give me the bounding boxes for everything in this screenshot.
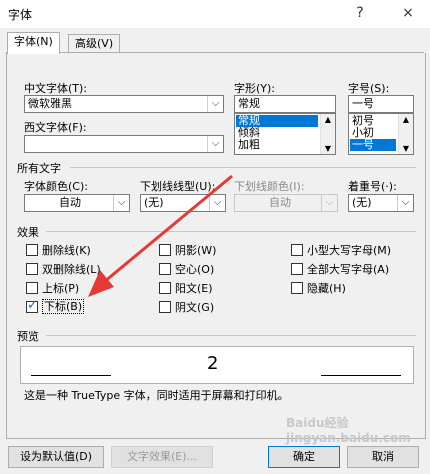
annotation-arrow-icon	[88, 174, 233, 297]
tab-font[interactable]: 字体(N)	[7, 32, 60, 54]
arrow-shaft	[103, 174, 233, 284]
arrow-head	[88, 270, 114, 297]
